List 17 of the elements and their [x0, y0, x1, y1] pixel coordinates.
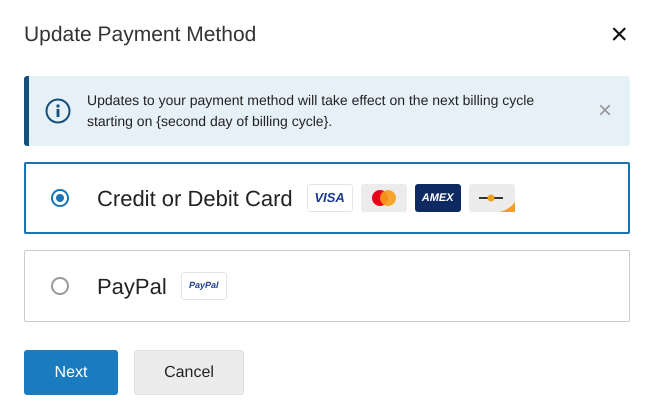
info-icon [45, 98, 71, 124]
payment-option[interactable]: PayPal PayPal [24, 250, 630, 322]
card-logo: AMEX [414, 184, 461, 212]
card-logo: VISA [306, 184, 353, 212]
radio-button[interactable] [51, 189, 69, 207]
next-button[interactable]: Next [24, 350, 118, 395]
radio-button[interactable] [51, 277, 69, 295]
alert-message: Updates to your payment method will take effect on the next billing cycle starting on {second day of billing cycle}. [87, 91, 536, 131]
payment-option[interactable]: Credit or Debit Card VISA AMEX [24, 162, 630, 234]
paypal-logo: PayPal [180, 272, 227, 300]
option-label: PayPal [97, 272, 167, 301]
close-button[interactable]: × [608, 20, 630, 50]
card-logo [360, 184, 407, 212]
card-icon [468, 184, 515, 212]
dialog-title: Update Payment Method [24, 22, 256, 48]
option-label: Credit or Debit Card [97, 184, 293, 212]
cancel-button[interactable]: Cancel [134, 350, 244, 395]
